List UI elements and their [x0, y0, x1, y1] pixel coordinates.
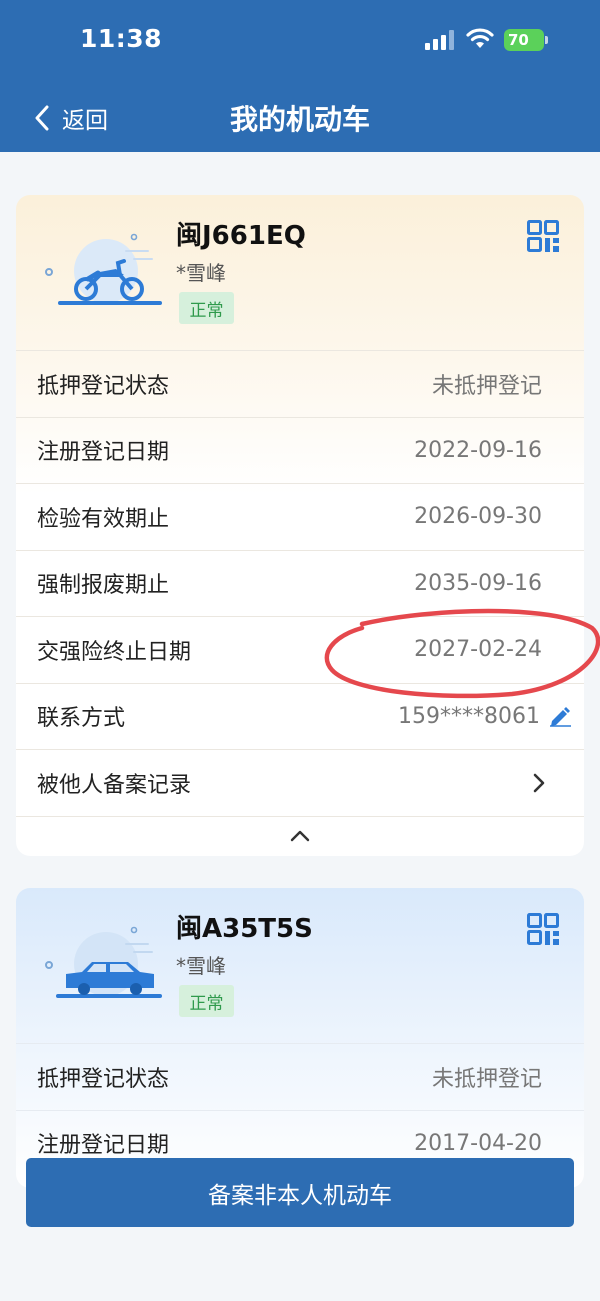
row-label: 交强险终止日期 — [37, 639, 192, 665]
battery-tip — [545, 36, 548, 44]
chevron-up-icon — [290, 830, 310, 841]
row-value: 2017-04-20 — [414, 1130, 542, 1156]
row-value: 2026-09-30 — [414, 504, 542, 530]
info-row-registration-date: 注册登记日期 2022-09-16 — [16, 416, 584, 484]
row-label: 抵押登记状态 — [37, 1066, 170, 1092]
plate-number: 闽A35T5S — [176, 914, 313, 944]
row-label: 注册登记日期 — [37, 440, 170, 466]
vehicle-card-header: 闽A35T5S *雪峰 正常 — [16, 888, 584, 1043]
owner-name: *雪峰 — [176, 954, 226, 978]
row-label: 被他人备案记录 — [37, 772, 192, 798]
row-label: 检验有效期止 — [37, 506, 170, 532]
qr-code-icon[interactable] — [527, 913, 559, 945]
info-row-mortgage-status: 抵押登记状态 未抵押登记 — [16, 1043, 584, 1110]
qr-code-icon[interactable] — [527, 220, 559, 252]
header-bar: 11:38 70 返回 我的机动车 — [0, 0, 600, 152]
vehicle-card[interactable]: 闽A35T5S *雪峰 正常 抵押登记状态 未抵押登记 注册登记日期 2017-… — [16, 888, 584, 1188]
signal-icon — [425, 30, 454, 50]
info-row-insurance-expiry: 交强险终止日期 2027-02-24 — [16, 616, 584, 683]
row-value: 2035-09-16 — [414, 570, 542, 596]
plate-number: 闽J661EQ — [176, 221, 306, 251]
chevron-right-icon — [533, 773, 545, 793]
status-bar: 11:38 70 — [0, 0, 600, 80]
status-badge: 正常 — [179, 985, 234, 1017]
row-value: 159****8061 — [398, 703, 540, 729]
row-label: 强制报废期止 — [37, 573, 170, 599]
page-title: 我的机动车 — [229, 103, 370, 136]
row-value: 未抵押登记 — [431, 1066, 542, 1092]
info-row-mortgage-status: 抵押登记状态 未抵押登记 — [16, 350, 584, 417]
status-time: 11:38 — [80, 24, 163, 53]
row-label: 联系方式 — [37, 706, 126, 732]
info-row-scrap-deadline: 强制报废期止 2035-09-16 — [16, 549, 584, 617]
status-badge: 正常 — [179, 292, 234, 324]
info-row-inspection-expiry: 检验有效期止 2026-09-30 — [16, 483, 584, 550]
collapse-toggle[interactable] — [16, 815, 584, 857]
row-value: 未抵押登记 — [431, 373, 542, 399]
battery-level: 70 — [508, 31, 529, 49]
battery-indicator: 70 — [504, 29, 544, 51]
contact-value-group: 159****8061 — [398, 703, 571, 729]
info-row-third-party-records[interactable]: 被他人备案记录 — [16, 749, 584, 816]
vehicle-card[interactable]: 闽J661EQ *雪峰 正常 抵押登记状态 未抵押登记 注册登记日期 2022-… — [16, 195, 584, 856]
owner-name: *雪峰 — [176, 261, 226, 285]
motorcycle-icon — [45, 233, 162, 305]
row-label: 注册登记日期 — [37, 1133, 170, 1159]
row-label: 抵押登记状态 — [37, 373, 170, 399]
car-icon — [45, 926, 162, 998]
edit-icon[interactable] — [548, 705, 572, 728]
row-value: 2027-02-24 — [414, 637, 542, 663]
wifi-icon — [466, 28, 494, 48]
info-row-contact: 联系方式 159****8061 — [16, 682, 584, 750]
register-other-vehicle-button[interactable]: 备案非本人机动车 — [26, 1158, 574, 1227]
vehicle-card-header: 闽J661EQ *雪峰 正常 — [16, 195, 584, 350]
row-value: 2022-09-16 — [414, 437, 542, 463]
